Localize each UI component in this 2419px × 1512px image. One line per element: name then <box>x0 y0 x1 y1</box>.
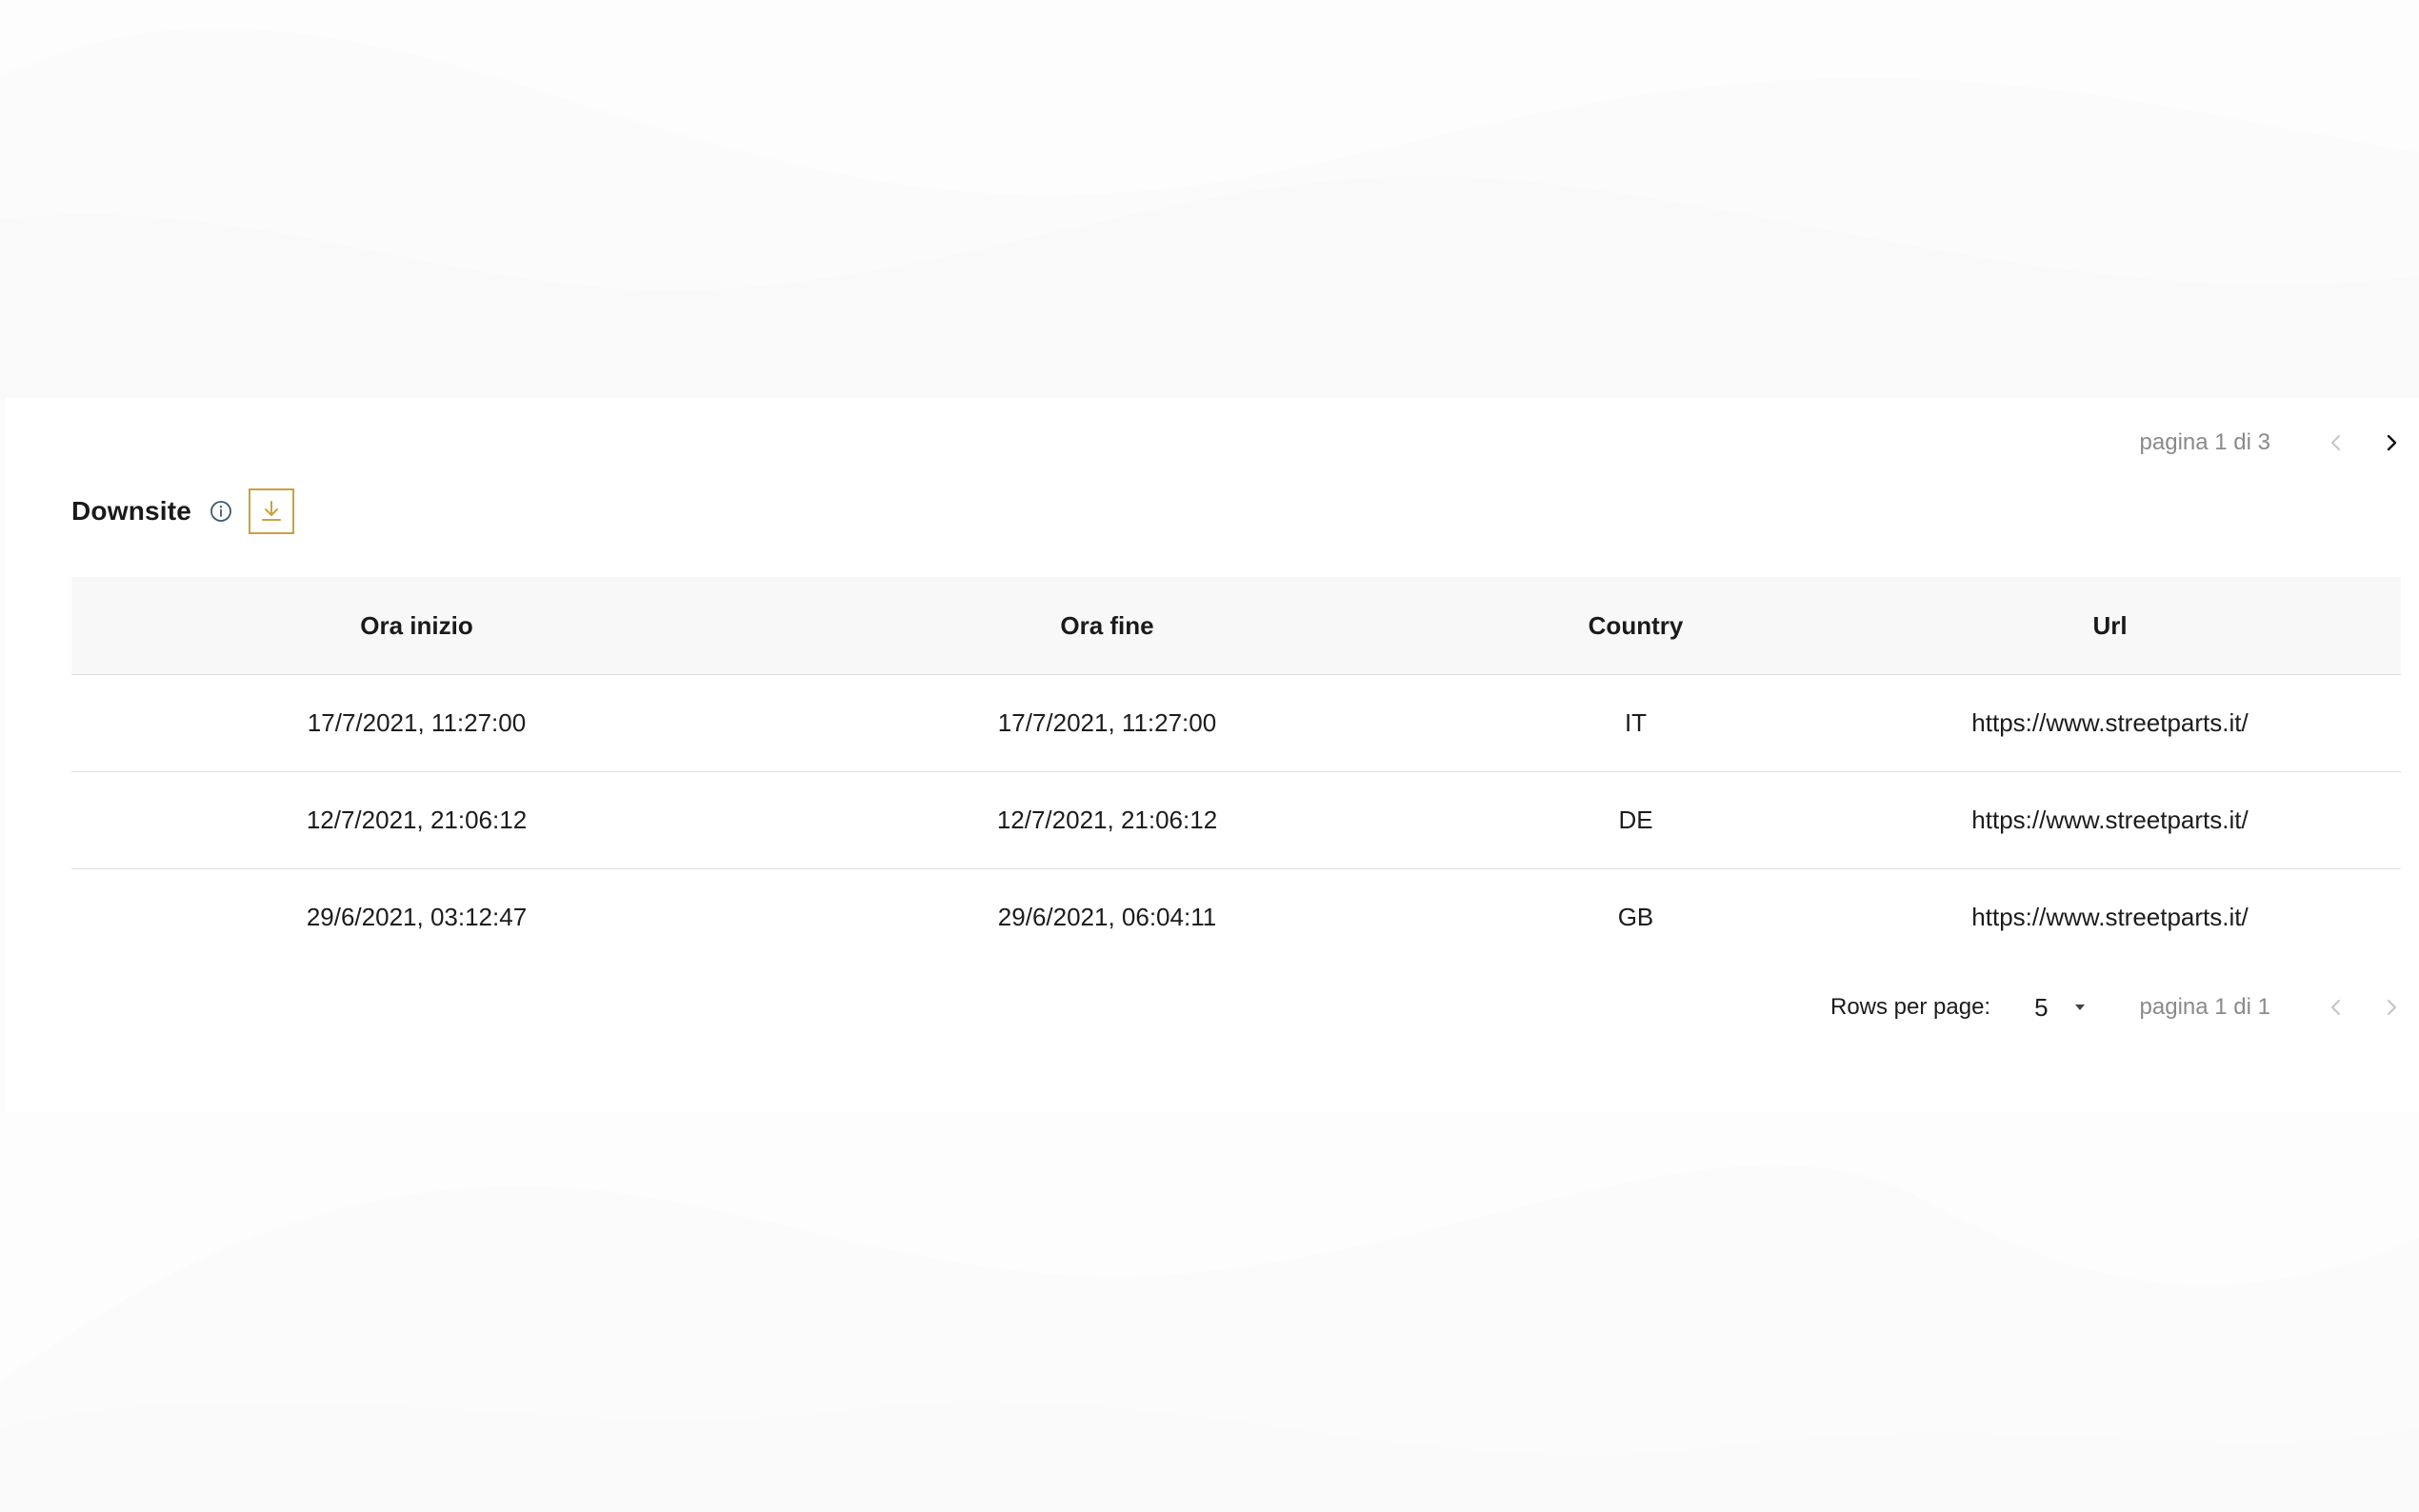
table-row: 29/6/2021, 03:12:47 29/6/2021, 06:04:11 … <box>71 869 2401 966</box>
chevron-left-icon <box>2331 435 2340 450</box>
top-prev-page-button[interactable] <box>2309 419 2364 467</box>
table-row: 17/7/2021, 11:27:00 17/7/2021, 11:27:00 … <box>71 674 2401 772</box>
column-header-url[interactable]: Url <box>1819 577 2401 675</box>
cell-url: https://www.streetparts.it/ <box>1971 903 2249 931</box>
cell-ora-inizio: 29/6/2021, 03:12:47 <box>306 903 528 931</box>
bottom-pagination: Rows per page: 5 pagina 1 di 1 <box>1830 983 2419 1032</box>
cell-ora-inizio: 17/7/2021, 11:27:00 <box>71 674 762 772</box>
download-button[interactable] <box>249 488 295 534</box>
caret-down-icon <box>2073 1003 2087 1012</box>
cell-ora-fine: 29/6/2021, 06:04:11 <box>997 903 1217 931</box>
top-pagination: pagina 1 di 3 <box>2140 419 2419 467</box>
bottom-prev-page-button[interactable] <box>2309 984 2364 1031</box>
info-circle-icon[interactable] <box>209 499 233 524</box>
downsite-table: Ora inizio Ora fine Country Url 17/7/202… <box>71 577 2401 965</box>
cell-ora-inizio: 12/7/2021, 21:06:12 <box>71 771 762 869</box>
cell-country: DE <box>1452 771 1819 869</box>
chevron-right-icon <box>2387 434 2397 451</box>
top-page-indicator: pagina 1 di 3 <box>2139 429 2270 455</box>
cell-url: https://www.streetparts.it/ <box>1819 771 2401 869</box>
cell-ora-fine: 12/7/2021, 21:06:12 <box>762 771 1452 869</box>
rows-per-page-value: 5 <box>2034 992 2049 1022</box>
column-header-country[interactable]: Country <box>1452 577 1819 675</box>
table-row: 12/7/2021, 21:06:12 12/7/2021, 21:06:12 … <box>71 771 2401 869</box>
chevron-right-icon <box>2388 1000 2396 1015</box>
cell-country: GB <box>1617 903 1654 931</box>
chevron-left-icon <box>2331 1000 2340 1015</box>
panel-header: Downsite <box>71 486 295 537</box>
cell-country: IT <box>1452 674 1819 772</box>
cell-url: https://www.streetparts.it/ <box>1819 674 2401 772</box>
cell-ora-fine: 17/7/2021, 11:27:00 <box>762 674 1452 772</box>
column-header-ora-fine[interactable]: Ora fine <box>762 577 1452 675</box>
rows-per-page-select[interactable]: 5 <box>2034 993 2086 1023</box>
download-icon <box>262 501 282 521</box>
bottom-next-page-button[interactable] <box>2364 984 2419 1031</box>
rows-per-page-label: Rows per page: <box>1829 994 1991 1020</box>
top-next-page-button[interactable] <box>2364 419 2419 467</box>
bottom-page-indicator: pagina 1 di 1 <box>2139 994 2270 1020</box>
panel-title: Downsite <box>71 496 192 526</box>
column-header-ora-inizio[interactable]: Ora inizio <box>71 577 762 675</box>
table-header-row: Ora inizio Ora fine Country Url <box>71 577 2401 675</box>
downsite-panel: pagina 1 di 3 Downsite Ora inizio Ora fi… <box>6 398 2419 1112</box>
